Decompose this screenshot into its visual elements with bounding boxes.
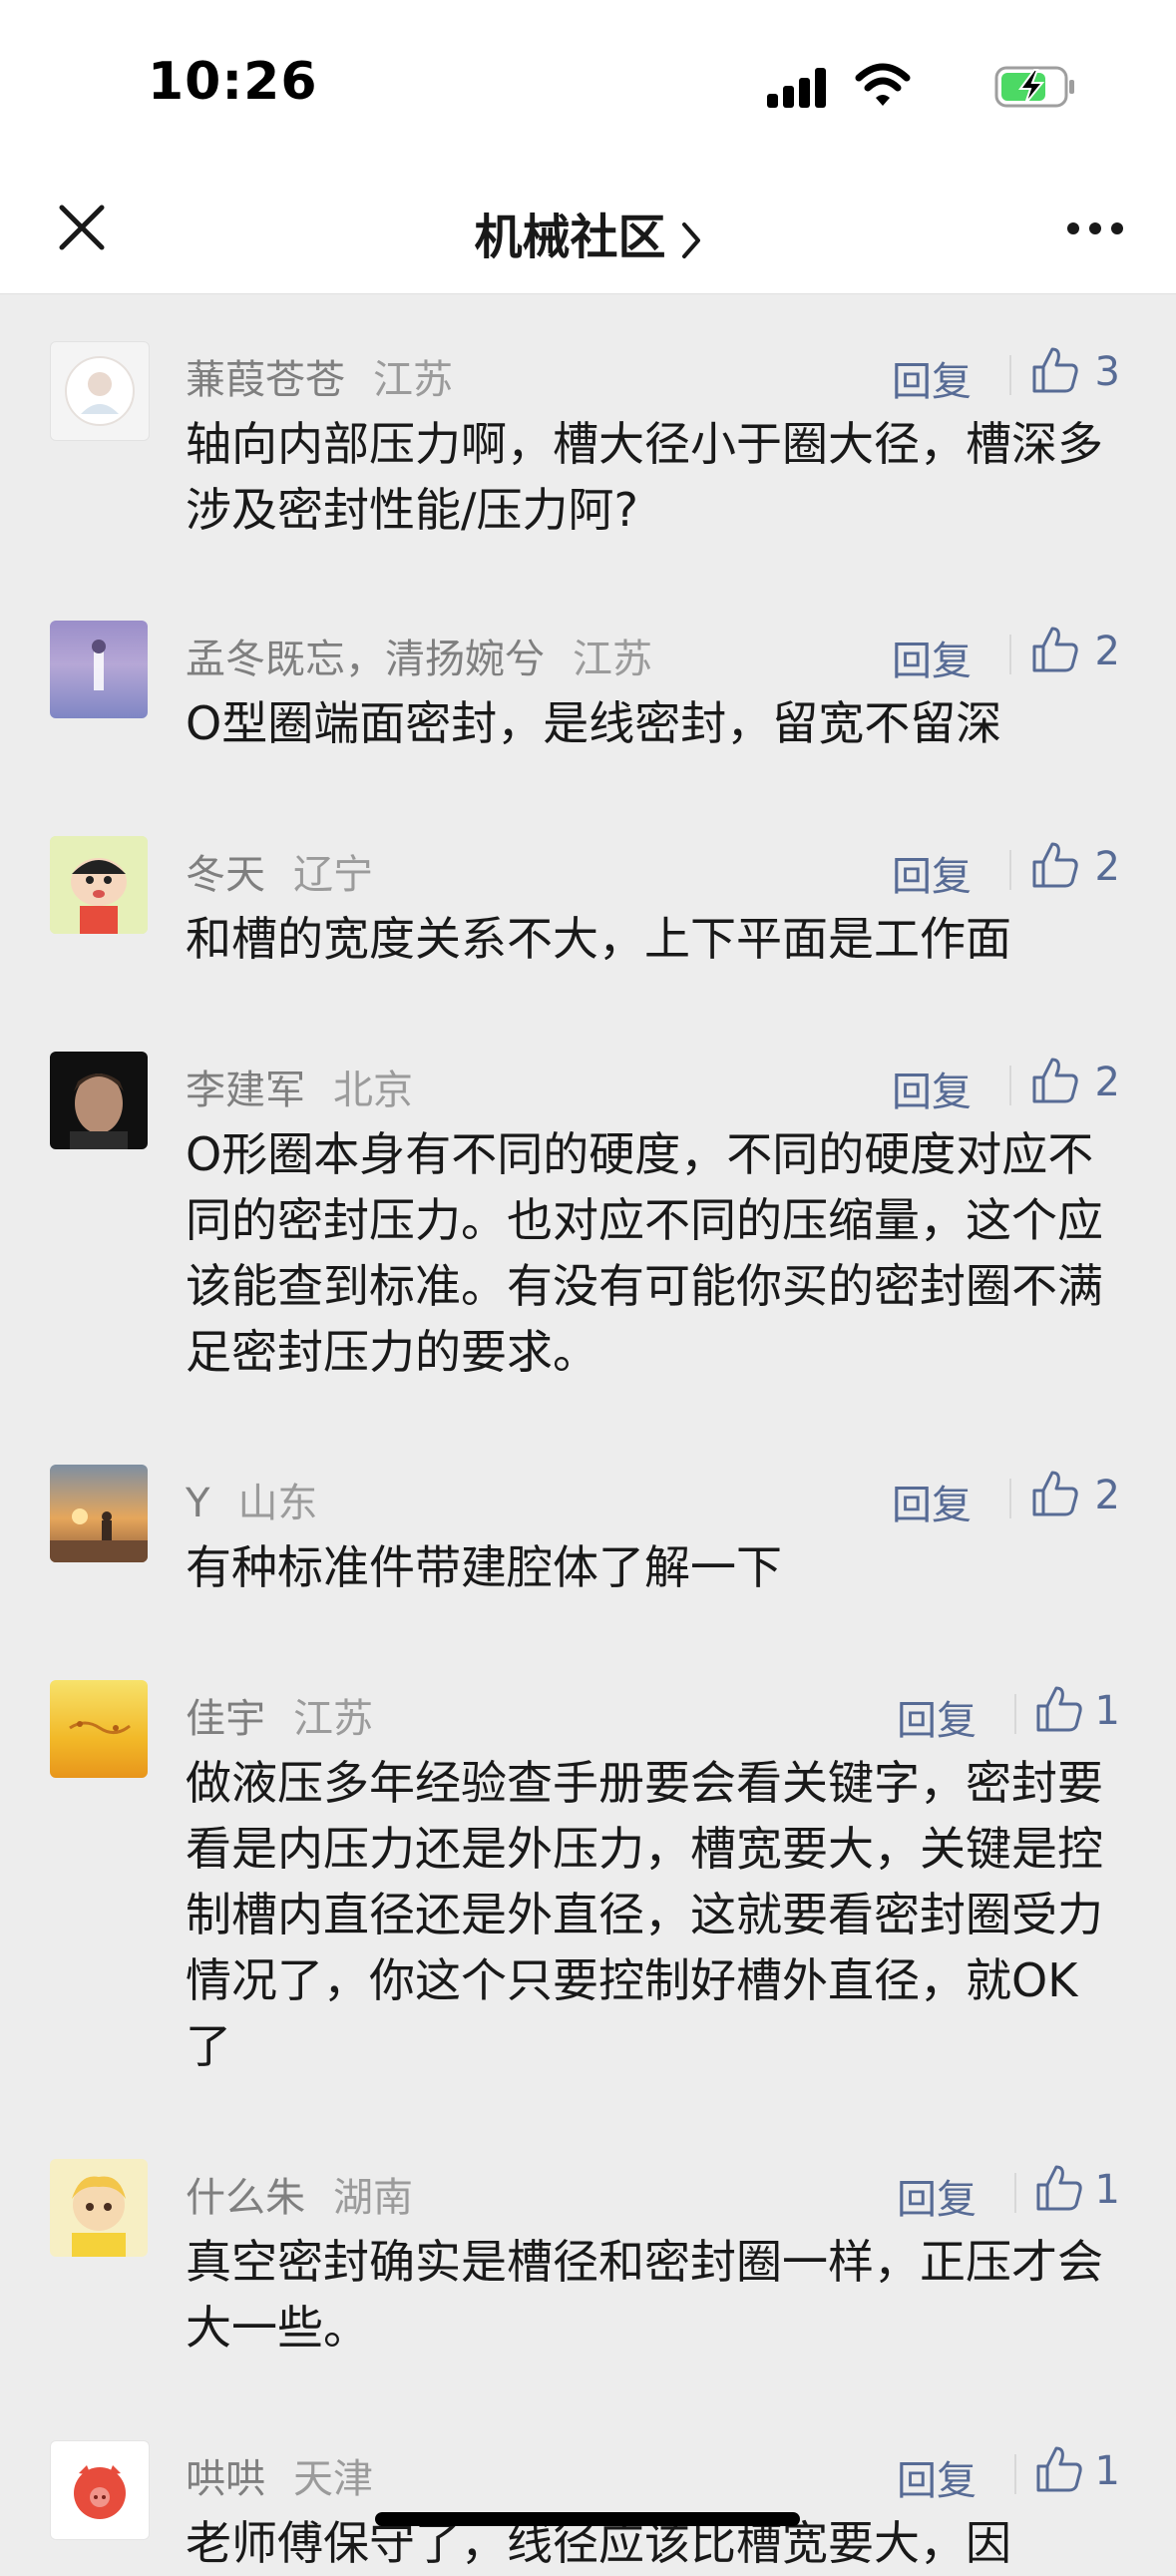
thumbs-up-icon[interactable] xyxy=(1034,1684,1084,1734)
divider xyxy=(1014,2454,1016,2494)
comment-author-row: 蒹葭苍苍 江苏 xyxy=(186,347,453,405)
like-count: 1 xyxy=(1094,1688,1120,1734)
comment-author-name[interactable]: 什么朱 xyxy=(186,2175,305,2221)
chevron-right-icon xyxy=(681,222,700,258)
comment-author-row: 哄哄 天津 xyxy=(186,2446,373,2504)
like-count: 3 xyxy=(1094,349,1120,395)
comment-location: 山东 xyxy=(237,1481,318,1526)
nav-bar: 机械社区 xyxy=(0,160,1176,294)
divider xyxy=(1014,2173,1016,2213)
comment-location: 辽宁 xyxy=(293,852,373,898)
reply-button[interactable]: 回复 xyxy=(892,844,972,902)
comment-location: 北京 xyxy=(333,1068,413,1113)
reply-button[interactable]: 回复 xyxy=(897,1688,977,1746)
comment-text: 和槽的宽度关系不大，上下平面是工作面 xyxy=(186,912,1011,966)
comment-author-row: 什么朱 湖南 xyxy=(186,2165,413,2223)
comment-author-row: 冬天 辽宁 xyxy=(186,842,373,900)
comment-location: 江苏 xyxy=(293,1696,373,1742)
comment-author-name[interactable]: 孟冬既忘，清扬婉兮 xyxy=(186,637,545,682)
divider xyxy=(1009,355,1011,395)
avatar[interactable] xyxy=(50,341,150,441)
avatar[interactable] xyxy=(50,1680,148,1778)
comment-author-row: 佳宇 江苏 xyxy=(186,1686,373,1744)
thumbs-up-icon[interactable] xyxy=(1030,1469,1080,1518)
divider xyxy=(1009,1479,1011,1518)
thumbs-up-icon[interactable] xyxy=(1030,625,1080,674)
avatar[interactable] xyxy=(50,2159,148,2257)
comment-location: 湖南 xyxy=(333,2175,413,2221)
divider xyxy=(1014,1694,1016,1734)
divider xyxy=(1009,635,1011,674)
comment-text: 有种标准件带建腔体了解一下 xyxy=(186,1540,782,1594)
comment-author-row: Y 山东 xyxy=(186,1471,317,1528)
comment-author-name[interactable]: 冬天 xyxy=(186,852,265,898)
comment-location: 江苏 xyxy=(373,357,453,403)
status-bar: 10:26 xyxy=(0,0,1176,160)
comment-author-name[interactable]: 李建军 xyxy=(186,1068,305,1113)
reply-button[interactable]: 回复 xyxy=(892,1473,972,1530)
status-time: 10:26 xyxy=(148,52,318,112)
like-count: 2 xyxy=(1094,629,1120,674)
avatar[interactable] xyxy=(50,1465,148,1562)
cellular-signal-icon xyxy=(767,68,827,108)
avatar[interactable] xyxy=(50,1052,148,1149)
thumbs-up-icon[interactable] xyxy=(1030,345,1080,395)
avatar[interactable] xyxy=(50,836,148,934)
divider xyxy=(1009,850,1011,890)
avatar[interactable] xyxy=(50,621,148,718)
thumbs-up-icon[interactable] xyxy=(1030,840,1080,890)
comment-author-name[interactable]: 哄哄 xyxy=(186,2456,265,2502)
comment-location: 江苏 xyxy=(573,637,652,682)
like-count: 1 xyxy=(1094,2167,1120,2213)
comment-text: 轴向内部压力啊，槽大径小于圈大径，槽深多涉及密封性能/压力阿? xyxy=(186,417,1103,537)
thumbs-up-icon[interactable] xyxy=(1034,2163,1084,2213)
reply-button[interactable]: 回复 xyxy=(892,1060,972,1117)
more-options-icon[interactable] xyxy=(1066,221,1124,235)
comment-text: O形圈本身有不同的硬度，不同的硬度对应不同的密封压力。也对应不同的压缩量，这个应… xyxy=(186,1127,1103,1379)
reply-button[interactable]: 回复 xyxy=(892,349,972,407)
community-title-link[interactable]: 机械社区 xyxy=(0,198,1176,267)
like-count: 2 xyxy=(1094,1473,1120,1518)
wifi-icon xyxy=(855,63,911,106)
like-count: 1 xyxy=(1094,2448,1120,2494)
battery-charging-icon xyxy=(994,66,1074,108)
like-count: 2 xyxy=(1094,844,1120,890)
page-title: 机械社区 xyxy=(474,210,666,265)
comment-author-name[interactable]: 佳宇 xyxy=(186,1696,265,1742)
reply-button[interactable]: 回复 xyxy=(897,2167,977,2225)
comment-text: 真空密封确实是槽径和密封圈一样，正压才会大一些。 xyxy=(186,2235,1103,2355)
thumbs-up-icon[interactable] xyxy=(1030,1056,1080,1105)
avatar[interactable] xyxy=(50,2440,150,2540)
reply-button[interactable]: 回复 xyxy=(897,2448,977,2506)
divider xyxy=(1009,1066,1011,1105)
comment-text: O型圈端面密封，是线密封，留宽不留深 xyxy=(186,696,1002,750)
comment-author-name[interactable]: 蒹葭苍苍 xyxy=(186,357,345,403)
like-count: 2 xyxy=(1094,1060,1120,1105)
home-indicator[interactable] xyxy=(375,2512,800,2526)
thumbs-up-icon[interactable] xyxy=(1034,2444,1084,2494)
comment-location: 天津 xyxy=(293,2456,373,2502)
comment-author-name[interactable]: Y xyxy=(186,1481,209,1526)
comment-text: 做液压多年经验查手册要会看关键字，密封要看是内压力还是外压力，槽宽要大，关键是控… xyxy=(186,1756,1103,2073)
comment-author-row: 孟冬既忘，清扬婉兮 江苏 xyxy=(186,627,652,684)
comment-author-row: 李建军 北京 xyxy=(186,1058,413,1115)
reply-button[interactable]: 回复 xyxy=(892,629,972,686)
